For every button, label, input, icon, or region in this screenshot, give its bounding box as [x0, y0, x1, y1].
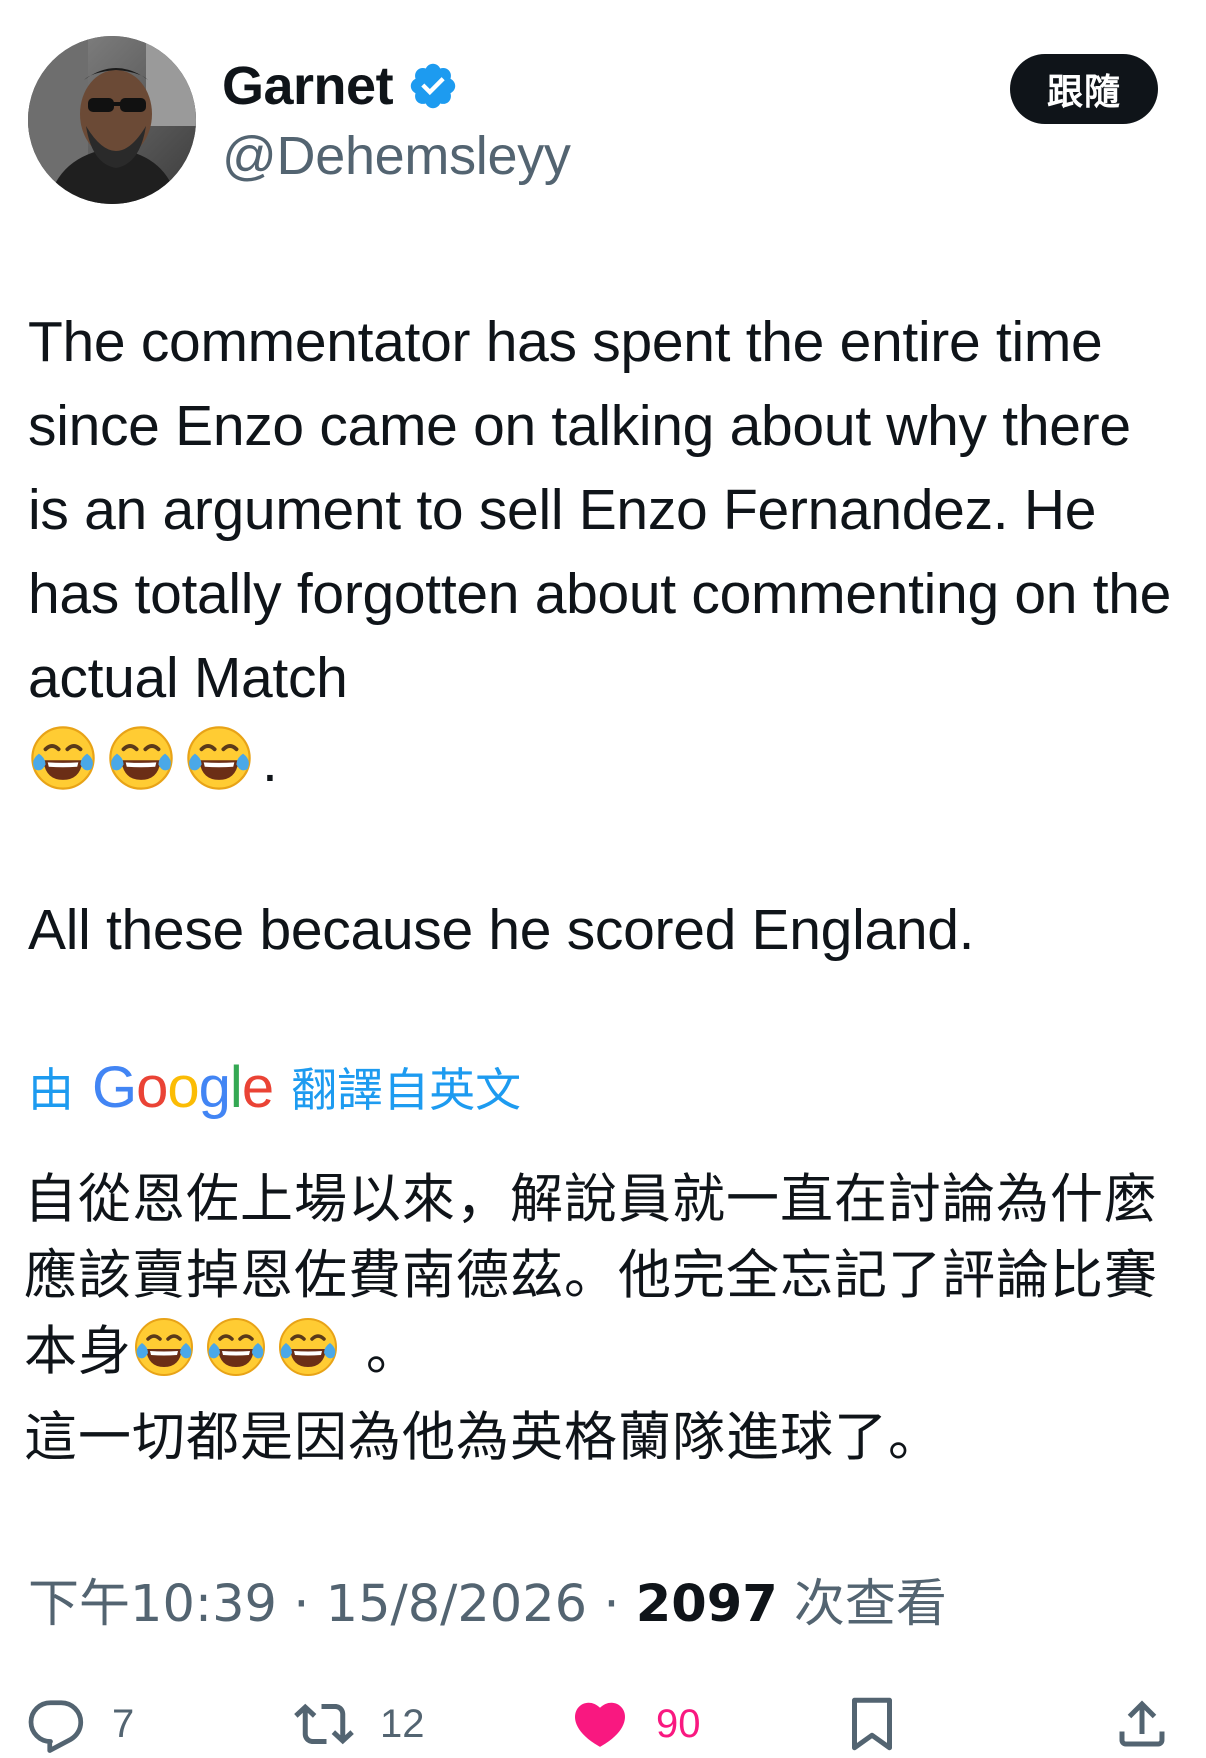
like-button[interactable]: 90: [570, 1690, 701, 1758]
views-label: 次查看: [777, 1575, 947, 1634]
views-count: 2097: [635, 1575, 778, 1634]
bookmark-icon: [852, 1697, 892, 1751]
verified-badge-icon: [407, 60, 459, 112]
face-with-tears-of-joy-icon: [276, 1315, 340, 1379]
display-name[interactable]: Garnet: [222, 54, 394, 118]
tweet-paragraph-2: All these because he scored England.: [28, 898, 975, 962]
face-with-tears-of-joy-icon: [204, 1315, 268, 1379]
google-logo: Google: [92, 1054, 274, 1120]
translated-paragraph-2: 這一切都是因為他為英格蘭隊進球了。: [24, 1407, 942, 1468]
share-button[interactable]: [1112, 1690, 1172, 1758]
like-count: 90: [656, 1701, 701, 1746]
translated-text: 自從恩佐上場以來，解說員就一直在討論為什麼應該賣掉恩佐費南德茲。他完全忘記了評論…: [24, 1162, 1184, 1476]
face-with-tears-of-joy-icon: [132, 1315, 196, 1379]
tweet-meta: 下午10:39 · 15/8/2026 · 2097 次查看: [28, 1570, 947, 1640]
tweet-time[interactable]: 下午10:39: [28, 1575, 277, 1634]
avatar[interactable]: [28, 36, 196, 204]
face-with-tears-of-joy-icon: [184, 723, 254, 793]
repost-count: 12: [380, 1701, 425, 1746]
meta-separator: ·: [276, 1575, 326, 1634]
translated-paragraph-1: 自從恩佐上場以來，解說員就一直在討論為什麼應該賣掉恩佐費南德茲。他完全忘記了評論…: [24, 1162, 1184, 1390]
repost-button[interactable]: 12: [294, 1690, 425, 1758]
heart-filled-icon: [574, 1702, 626, 1747]
translation-notice[interactable]: 由 Google 翻譯自英文: [28, 1052, 521, 1122]
repost-icon: [294, 1703, 354, 1745]
reply-icon: [28, 1700, 84, 1753]
translation-suffix: 翻譯自英文: [291, 1063, 522, 1117]
reply-count: 7: [112, 1701, 135, 1746]
tweet-date[interactable]: 15/8/2026: [326, 1575, 588, 1634]
author-handle[interactable]: @Dehemsleyy: [222, 124, 571, 188]
face-with-tears-of-joy-icon: [106, 723, 176, 793]
follow-button[interactable]: 跟隨: [1010, 54, 1158, 124]
reply-button[interactable]: 7: [26, 1690, 134, 1758]
share-icon: [1119, 1700, 1165, 1747]
translated-paragraph-1-end: 。: [348, 1321, 420, 1382]
tweet-paragraph-1: The commentator has spent the entire tim…: [28, 300, 1178, 804]
translation-prefix: 由: [28, 1063, 74, 1117]
bookmark-button[interactable]: [842, 1690, 902, 1758]
avatar-image: [28, 36, 196, 204]
tweet-paragraph-1-end: .: [262, 730, 278, 794]
tweet-text: The commentator has spent the entire tim…: [28, 300, 1178, 972]
action-bar: 7 12 90: [0, 1690, 1206, 1758]
face-with-tears-of-joy-icon: [28, 723, 98, 793]
tweet-paragraph-1-text: The commentator has spent the entire tim…: [28, 310, 1172, 710]
author-name-row[interactable]: Garnet: [222, 54, 459, 118]
meta-separator: ·: [587, 1575, 636, 1634]
tweet-detail: Garnet @Dehemsleyy 跟隨 The commentator ha…: [0, 0, 1206, 1758]
